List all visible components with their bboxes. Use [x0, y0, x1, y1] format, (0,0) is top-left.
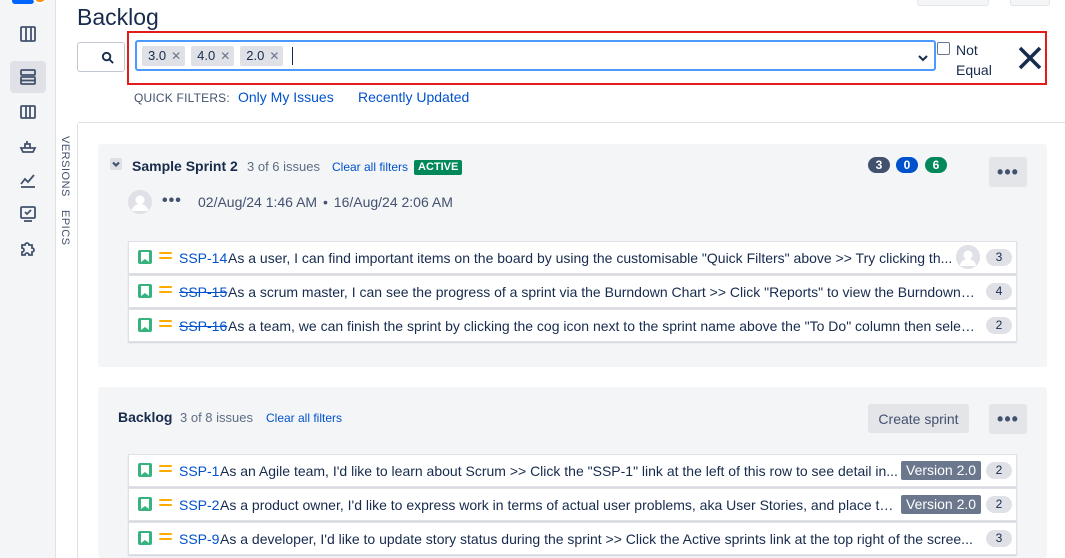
priority-medium-icon: [159, 499, 172, 509]
issue-row[interactable]: SSP-1 As an Agile team, I'd like to lear…: [128, 454, 1017, 487]
filter-chip[interactable]: 4.0 ✕: [191, 45, 235, 66]
not-equal-label: Not Equal: [956, 42, 992, 78]
columns-icon[interactable]: [10, 96, 46, 128]
header-more-button[interactable]: [1010, 0, 1050, 6]
issue-key[interactable]: SSP-15: [179, 284, 227, 300]
issues-icon[interactable]: [10, 198, 46, 230]
text-caret: [292, 46, 294, 65]
chevron-down-icon[interactable]: [918, 50, 928, 62]
quick-filters-label: QUICK FILTERS:: [134, 91, 230, 105]
version-badge: Version 2.0: [901, 461, 982, 480]
story-points-badge: 3: [986, 249, 1012, 266]
close-icon[interactable]: [1016, 44, 1044, 72]
not-equal-checkbox[interactable]: [937, 42, 950, 55]
issue-row[interactable]: SSP-2 As a product owner, I'd like to ex…: [128, 488, 1017, 521]
story-icon: [138, 463, 152, 477]
filter-chip[interactable]: 2.0 ✕: [240, 45, 284, 66]
assignee-avatar[interactable]: [956, 245, 980, 269]
backlog-more-button[interactable]: •••: [989, 404, 1027, 434]
sprint-dates: 02/Aug/24 1:46 AM • 16/Aug/24 2:06 AM: [198, 194, 453, 210]
quick-filter-only-my-issues[interactable]: Only My Issues: [238, 89, 334, 105]
issue-row[interactable]: SSP-15 As a scrum master, I can see the …: [128, 275, 1017, 308]
sprint-name[interactable]: Sample Sprint 2: [132, 158, 238, 174]
story-points-badge: 2: [986, 496, 1012, 513]
filter-chip[interactable]: 3.0 ✕: [142, 45, 186, 66]
search-icon: [101, 51, 114, 64]
search-input[interactable]: [77, 42, 125, 72]
issue-summary: As a team, we can finish the sprint by c…: [228, 318, 980, 334]
backlog-clear-filters-link[interactable]: Clear all filters: [266, 411, 342, 425]
story-icon: [138, 497, 152, 511]
issue-summary: As an Agile team, I'd like to learn abou…: [220, 463, 898, 479]
issue-summary: As a user, I can find important items on…: [228, 250, 953, 266]
sprint-issue-count: 3 of 6 issues: [247, 159, 320, 174]
story-points-badge: 2: [986, 317, 1012, 334]
story-icon: [138, 250, 152, 264]
story-points-badge: 2: [986, 462, 1012, 479]
priority-medium-icon: [159, 465, 172, 475]
header-button[interactable]: [917, 0, 989, 6]
date-separator: •: [322, 194, 328, 210]
side-tabs: VERSIONS EPICS: [56, 124, 78, 558]
issue-summary: As a developer, I'd like to update story…: [220, 531, 973, 547]
issue-row[interactable]: SSP-16 As a team, we can finish the spri…: [128, 309, 1017, 342]
page-title: Backlog: [77, 4, 159, 30]
chip-remove-icon[interactable]: ✕: [220, 49, 230, 63]
todo-count-badge: 3: [868, 157, 890, 173]
story-icon: [138, 531, 152, 545]
issue-row[interactable]: SSP-9 As a developer, I'd like to update…: [128, 522, 1017, 555]
releases-icon[interactable]: [10, 130, 46, 162]
chip-remove-icon[interactable]: ✕: [171, 49, 181, 63]
priority-medium-icon: [159, 252, 172, 262]
sprint-clear-filters-link[interactable]: Clear all filters: [332, 160, 408, 174]
issue-summary: As a scrum master, I can see the progres…: [228, 284, 978, 300]
story-icon: [138, 318, 152, 332]
chip-remove-icon[interactable]: ✕: [269, 49, 279, 63]
backlog-icon[interactable]: [10, 61, 46, 93]
board-icon[interactable]: [10, 18, 46, 50]
left-rail: [0, 0, 56, 558]
sprint-start-date: 02/Aug/24 1:46 AM: [198, 194, 318, 210]
issue-row[interactable]: SSP-14 As a user, I can find important i…: [128, 241, 1017, 274]
issue-key[interactable]: SSP-2: [179, 497, 219, 513]
backlog-title: Backlog: [118, 409, 173, 425]
app-logo[interactable]: [12, 0, 48, 6]
issue-key[interactable]: SSP-9: [179, 531, 219, 547]
create-sprint-button[interactable]: Create sprint: [868, 404, 969, 433]
version-filter-select[interactable]: 3.0 ✕ 4.0 ✕ 2.0 ✕: [135, 40, 936, 71]
chip-label: 3.0: [148, 48, 167, 63]
sprint-end-date: 16/Aug/24 2:06 AM: [333, 194, 453, 210]
issue-key[interactable]: SSP-14: [179, 250, 227, 266]
version-badge: Version 2.0: [901, 495, 982, 514]
priority-medium-icon: [159, 533, 172, 543]
priority-medium-icon: [159, 286, 172, 296]
quick-filter-recently-updated[interactable]: Recently Updated: [358, 89, 469, 105]
avatar[interactable]: [128, 190, 152, 214]
backlog-issue-count: 3 of 8 issues: [180, 410, 253, 425]
story-icon: [138, 284, 152, 298]
addons-icon[interactable]: [10, 232, 46, 264]
issue-summary: As a product owner, I'd like to express …: [220, 497, 898, 513]
story-points-badge: 3: [986, 530, 1012, 547]
in-progress-count-badge: 0: [896, 157, 918, 173]
tab-epics[interactable]: EPICS: [59, 210, 71, 246]
header-divider: [78, 122, 1065, 123]
tab-versions[interactable]: VERSIONS: [59, 136, 71, 197]
chip-label: 4.0: [197, 48, 216, 63]
sprint-more-button[interactable]: •••: [989, 157, 1027, 187]
issue-key[interactable]: SSP-1: [179, 463, 219, 479]
priority-medium-icon: [159, 320, 172, 330]
reports-icon[interactable]: [10, 164, 46, 196]
collapse-chevron-icon[interactable]: [110, 158, 122, 170]
sprint-dates-more-icon[interactable]: •••: [162, 192, 182, 210]
story-points-badge: 4: [986, 283, 1012, 300]
done-count-badge: 6: [925, 157, 947, 173]
issue-key[interactable]: SSP-16: [179, 318, 227, 334]
chip-label: 2.0: [246, 48, 265, 63]
status-badge: ACTIVE: [414, 160, 463, 175]
notification-badge: [32, 0, 48, 4]
